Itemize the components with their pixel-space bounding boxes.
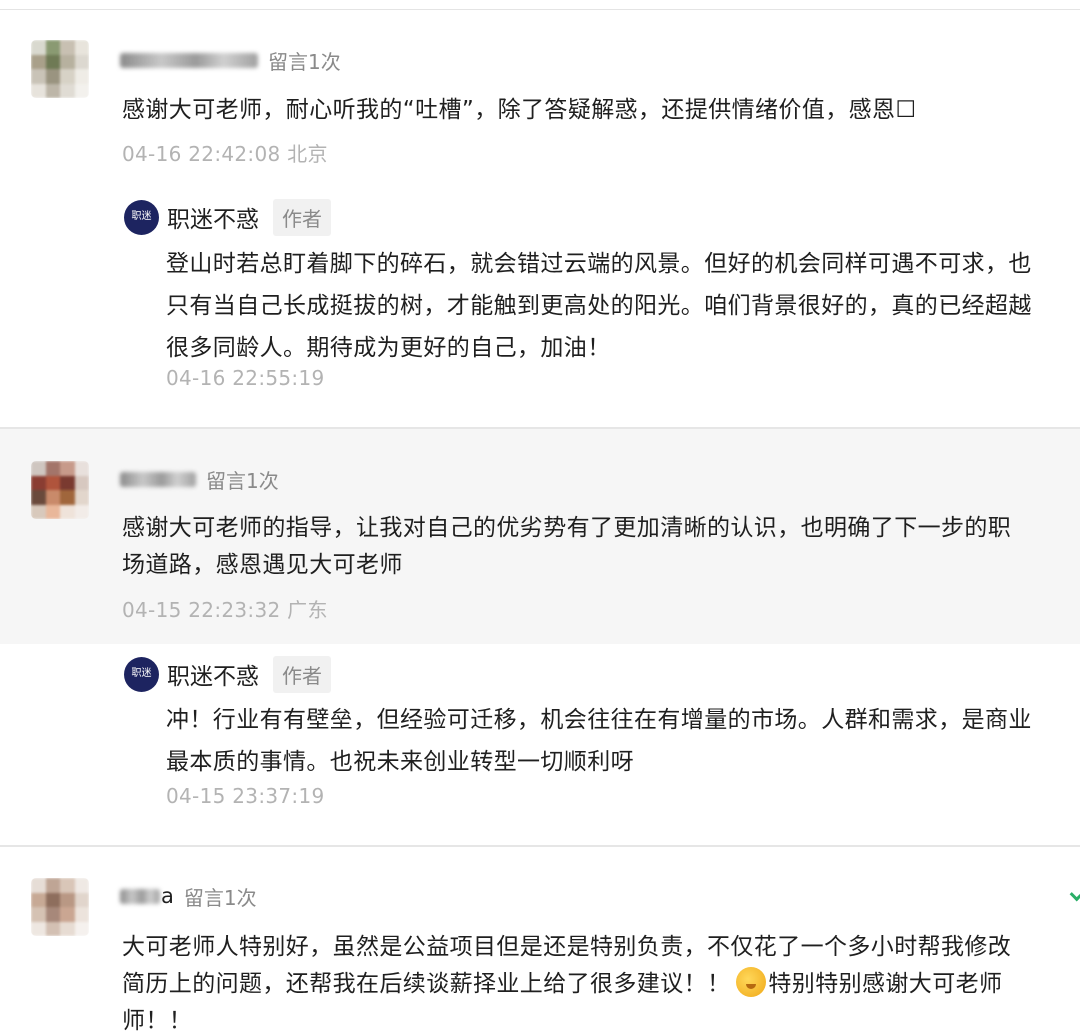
author-badge: 作者 xyxy=(273,198,331,236)
author-reply-text: 登山时若总盯着脚下的碎石，就会错过云端的风景。但好的机会同样可遇不可求，也 只有… xyxy=(166,251,1032,361)
author-name[interactable]: 职迷不惑 xyxy=(167,200,259,234)
shushing-face-emoji-icon xyxy=(736,967,767,997)
avatar[interactable] xyxy=(31,878,89,936)
comment-card: 留言1次 感谢大可老师的指导，让我对自己的优劣势有了更加清晰的认识，也明确了下一… xyxy=(0,429,1080,644)
author-reply-text: 冲！行业有有壁垒，但经验可迁移，机会往往在有增量的市场。人群和需求，是商业 最本… xyxy=(166,707,1032,775)
partial-check-icon xyxy=(1069,888,1080,902)
avatar[interactable] xyxy=(31,461,89,519)
comment-count: 留言1次 xyxy=(206,468,279,493)
comment-count: 留言1次 xyxy=(183,885,257,910)
unknown-glyph-box: ☐ xyxy=(895,97,917,123)
author-reply-header: 职迷 职迷不惑 作者 xyxy=(124,655,331,693)
author-badge: 作者 xyxy=(273,655,331,693)
commenter-name-blurred[interactable] xyxy=(120,471,196,487)
comment-count: 留言1次 xyxy=(268,49,341,74)
author-name[interactable]: 职迷不惑 xyxy=(167,657,259,691)
comment-text: 感谢大可老师的指导，让我对自己的优劣势有了更加清晰的认识，也明确了下一步的职 场… xyxy=(122,515,1012,578)
comment-meta: 04-15 22:23:32 广东 xyxy=(122,598,328,622)
author-logo[interactable]: 职迷 xyxy=(124,656,159,692)
commenter-row: 留言1次 xyxy=(120,45,341,75)
author-logo[interactable]: 职迷 xyxy=(124,199,159,235)
comment-card: a 留言1次 大可老师人特别好，虽然是公益项目但是还是特别负责，不仅花了一个多小… xyxy=(0,847,1080,1034)
comment-text: 大可老师人特别好，虽然是公益项目但是还是特别负责，不仅花了一个多小时帮我修改 简… xyxy=(122,934,1012,1034)
commenter-name-blurred[interactable] xyxy=(120,888,160,904)
author-reply-time: 04-15 23:37:19 xyxy=(166,784,325,808)
commenter-row: 留言1次 xyxy=(120,464,279,494)
commenter-row: a 留言1次 xyxy=(120,881,257,911)
author-reply-time: 04-16 22:55:19 xyxy=(166,366,325,390)
commenter-name-blurred[interactable] xyxy=(120,52,258,68)
comment-card: 留言1次 感谢大可老师，耐心听我的“吐槽”，除了答疑解惑，还提供情绪价值，感恩☐… xyxy=(0,10,1080,428)
commenter-name-fragment: a xyxy=(161,884,174,908)
author-reply-header: 职迷 职迷不惑 作者 xyxy=(124,198,331,236)
comment-meta: 04-16 22:42:08 北京 xyxy=(122,142,328,166)
author-reply-block: 职迷 职迷不惑 作者 冲！行业有有壁垒，但经验可迁移，机会往往在有增量的市场。人… xyxy=(0,644,1080,846)
avatar[interactable] xyxy=(31,40,89,98)
comment-text: 感谢大可老师，耐心听我的“吐槽”，除了答疑解惑，还提供情绪价值，感恩☐ xyxy=(122,97,917,123)
